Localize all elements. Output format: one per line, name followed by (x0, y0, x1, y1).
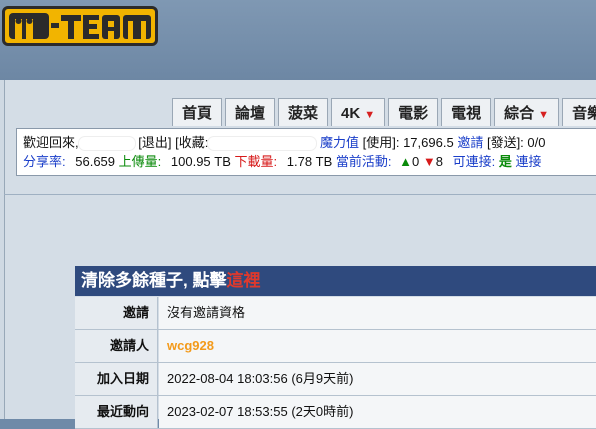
connect-link[interactable]: 連接 (516, 154, 542, 169)
used-label[interactable]: [使用]: (363, 135, 400, 150)
tab-general[interactable]: 綜合 ▼ (494, 98, 560, 126)
row-value: wcg928 (159, 330, 596, 362)
table-row: 邀請 沒有邀請資格 (75, 297, 596, 330)
mteam-logo-icon (9, 13, 151, 39)
row-value: 沒有邀請資格 (159, 297, 596, 329)
user-info-line-2: 分享率: 56.659 上傳量: 100.95 TB 下載量: 1.78 TB … (23, 152, 596, 171)
leeching-arrow-icon: ▼ (422, 154, 436, 169)
welcome-text: 歡迎回來, (23, 135, 79, 150)
sent-count: [發送]: 0/0 (486, 135, 546, 150)
user-info-box: 歡迎回來, [退出] [收藏: 魔力值 [使用]: 17,696.5 邀請 [發… (16, 128, 596, 176)
tab-4k[interactable]: 4K ▼ (331, 98, 386, 126)
table-row: 加入日期 2022-08-04 18:03:56 (6月9天前) (75, 363, 596, 396)
tab-tv[interactable]: 電視 (441, 98, 492, 126)
clear-torrents-link[interactable]: 這裡 (226, 271, 260, 290)
chevron-down-icon: ▼ (364, 109, 376, 121)
chevron-down-icon: ▼ (538, 109, 550, 121)
favorites-link[interactable]: [收藏: (175, 135, 208, 150)
upload-value: 100.95 TB (170, 154, 231, 169)
magic-value-link[interactable]: 魔力值 (320, 135, 359, 150)
user-info-line-1: 歡迎回來, [退出] [收藏: 魔力值 [使用]: 17,696.5 邀請 [發… (23, 133, 596, 152)
download-value: 1.78 TB (286, 154, 333, 169)
row-key: 加入日期 (75, 363, 158, 395)
table-row: 邀請人 wcg928 (75, 330, 596, 363)
seeding-count: 0 (412, 154, 420, 169)
inviter-link[interactable]: wcg928 (167, 338, 214, 353)
row-value: 2022-08-04 18:03:56 (6月9天前) (159, 363, 596, 395)
ratio-value: 56.659 (75, 154, 116, 169)
seeding-arrow-icon: ▲ (399, 154, 413, 169)
redacted-favorites (208, 137, 317, 151)
active-label: 當前活動: (335, 154, 392, 169)
download-label: 下載量: (234, 154, 278, 169)
row-key: 邀請 (75, 297, 158, 329)
row-key: 最近動向 (75, 396, 158, 428)
invite-link[interactable]: 邀請 (457, 135, 483, 150)
tab-home[interactable]: 首頁 (172, 98, 223, 126)
tab-music[interactable]: 音樂 (562, 98, 596, 126)
logout-link[interactable]: [退出] (138, 135, 171, 150)
header-text: 清除多餘種子, 點擊 (81, 271, 227, 290)
row-key: 邀請人 (75, 330, 158, 362)
magic-value: 17,696.5 (403, 135, 454, 150)
upload-label: 上傳量: (118, 154, 162, 169)
table-row: 最近動向 2023-02-07 18:53:55 (2天0時前) (75, 396, 596, 429)
redacted-username (78, 137, 135, 151)
section-divider (4, 194, 596, 195)
connectable-label: 可連接: (452, 154, 496, 169)
tab-movies[interactable]: 電影 (388, 98, 439, 126)
site-logo[interactable] (2, 6, 158, 46)
table-header: 清除多餘種子, 點擊這裡 (75, 266, 596, 296)
tab-bet[interactable]: 菠菜 (278, 98, 329, 126)
row-value: 2023-02-07 18:53:55 (2天0時前) (159, 396, 596, 428)
main-nav: 首頁 論壇 菠菜 4K ▼ 電影 電視 綜合 ▼ 音樂 (172, 98, 596, 128)
ratio-label: 分享率: (23, 154, 66, 169)
connectable-value: 是 (498, 154, 512, 169)
leeching-count: 8 (435, 154, 444, 169)
tab-forum[interactable]: 論壇 (225, 98, 276, 126)
